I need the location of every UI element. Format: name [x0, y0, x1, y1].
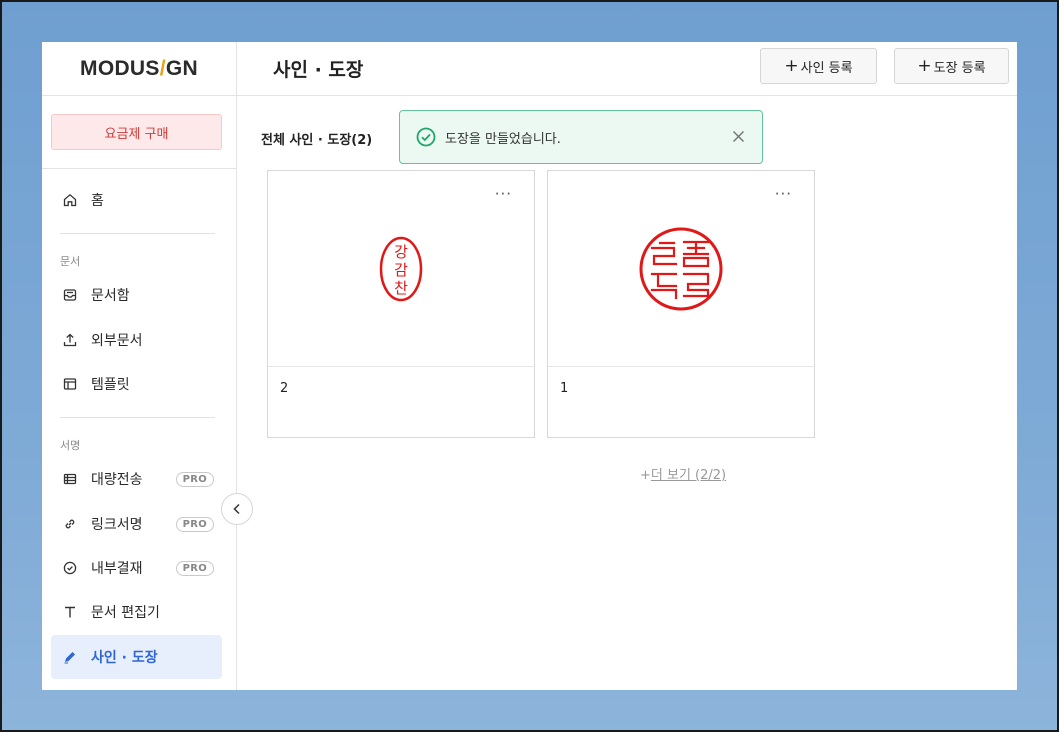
logo[interactable]: MODUS/GN — [80, 57, 198, 81]
register-stamp-button[interactable]: + 도장 등록 — [894, 48, 1009, 84]
pro-badge: PRO — [175, 516, 214, 532]
plan-purchase-button[interactable]: 요금제 구매 — [51, 114, 222, 150]
page-header: 사인 · 도장 + 사인 등록 + 도장 등록 — [237, 42, 1017, 96]
logo-text-right: GN — [165, 56, 198, 80]
toast-message: 도장을 만들었습니다. — [445, 131, 561, 147]
sidebar-item-link-sign[interactable]: 링크서명 PRO — [51, 504, 222, 544]
link-icon — [61, 515, 79, 533]
sidebar-item-home[interactable]: 홈 — [51, 180, 222, 220]
load-more-link[interactable]: +더 보기 (2/2) — [640, 464, 726, 483]
home-icon — [61, 191, 79, 209]
page-title: 사인 · 도장 — [273, 59, 364, 81]
check-circle-icon — [61, 559, 79, 577]
template-icon — [61, 375, 79, 393]
load-more-label: 더 보기 (2/2) — [650, 468, 727, 483]
sidebar-item-label: 링크서명 — [91, 517, 143, 533]
inbox-icon — [61, 286, 79, 304]
pro-badge: PRO — [175, 560, 214, 576]
sidebar-item-label: 외부문서 — [91, 333, 143, 349]
register-sign-button[interactable]: + 사인 등록 — [760, 48, 877, 84]
sidebar-item-label: 템플릿 — [91, 377, 130, 393]
logo-text-left: MODUS — [80, 56, 160, 80]
upload-icon — [61, 331, 79, 349]
card-menu-button[interactable]: ··· — [775, 187, 792, 202]
register-sign-label: 사인 등록 — [800, 60, 853, 76]
sidebar-item-label: 문서함 — [91, 288, 130, 304]
register-stamp-label: 도장 등록 — [933, 60, 986, 76]
check-circle-icon — [416, 127, 436, 147]
sidebar-item-label: 홈 — [91, 193, 104, 209]
sidebar-item-label: 내부결재 — [91, 561, 143, 577]
table-icon — [61, 470, 79, 488]
sidebar-item-document-editor[interactable]: 문서 편집기 — [51, 592, 222, 632]
plus-icon: + — [640, 468, 651, 483]
sidebar-item-label: 문서 편집기 — [91, 605, 160, 621]
section-label-documents: 문서 — [60, 255, 81, 268]
sidebar: MODUS/GN 요금제 구매 홈 문서 문서함 외부문서 템플릿 서명 대량전… — [42, 42, 237, 690]
stamp-card[interactable]: 강 감 찬 ··· 2 — [267, 170, 535, 438]
text-icon — [61, 603, 79, 621]
sidebar-item-label: 대량전송 — [91, 472, 143, 488]
sidebar-item-external-documents[interactable]: 외부문서 — [51, 320, 222, 360]
section-label-sign: 서명 — [60, 439, 81, 452]
section-title: 전체 사인 · 도장(2) — [261, 133, 373, 148]
plus-icon: + — [917, 56, 932, 76]
divider — [60, 417, 215, 418]
sidebar-item-bulk-send[interactable]: 대량전송 PRO — [51, 459, 222, 499]
sidebar-item-internal-approval[interactable]: 내부결재 PRO — [51, 548, 222, 588]
stamp-char: 감 — [394, 261, 408, 279]
stamp-char: 강 — [394, 243, 408, 261]
close-icon[interactable] — [728, 126, 748, 146]
card-name: 1 — [560, 381, 569, 396]
sidebar-item-templates[interactable]: 템플릿 — [51, 364, 222, 404]
divider — [42, 168, 237, 169]
oval-stamp-image: 강 감 찬 — [379, 236, 423, 301]
sidebar-item-document-box[interactable]: 문서함 — [51, 275, 222, 315]
pen-icon — [61, 648, 79, 666]
plus-icon: + — [784, 56, 799, 76]
sidebar-item-label: 사인 · 도장 — [91, 650, 158, 666]
pro-badge: PRO — [175, 471, 214, 487]
chevron-left-icon — [233, 503, 240, 515]
divider — [60, 233, 215, 234]
logo-area: MODUS/GN — [42, 42, 236, 96]
success-toast: 도장을 만들었습니다. — [399, 110, 763, 164]
card-menu-button[interactable]: ··· — [495, 187, 512, 202]
sidebar-item-sign-stamp[interactable]: 사인 · 도장 — [51, 635, 222, 679]
collapse-sidebar-button[interactable] — [221, 493, 253, 525]
stamp-card[interactable]: ··· 1 — [547, 170, 815, 438]
stamp-char: 찬 — [394, 279, 408, 297]
circle-stamp-image — [639, 227, 723, 310]
card-name: 2 — [280, 381, 289, 396]
